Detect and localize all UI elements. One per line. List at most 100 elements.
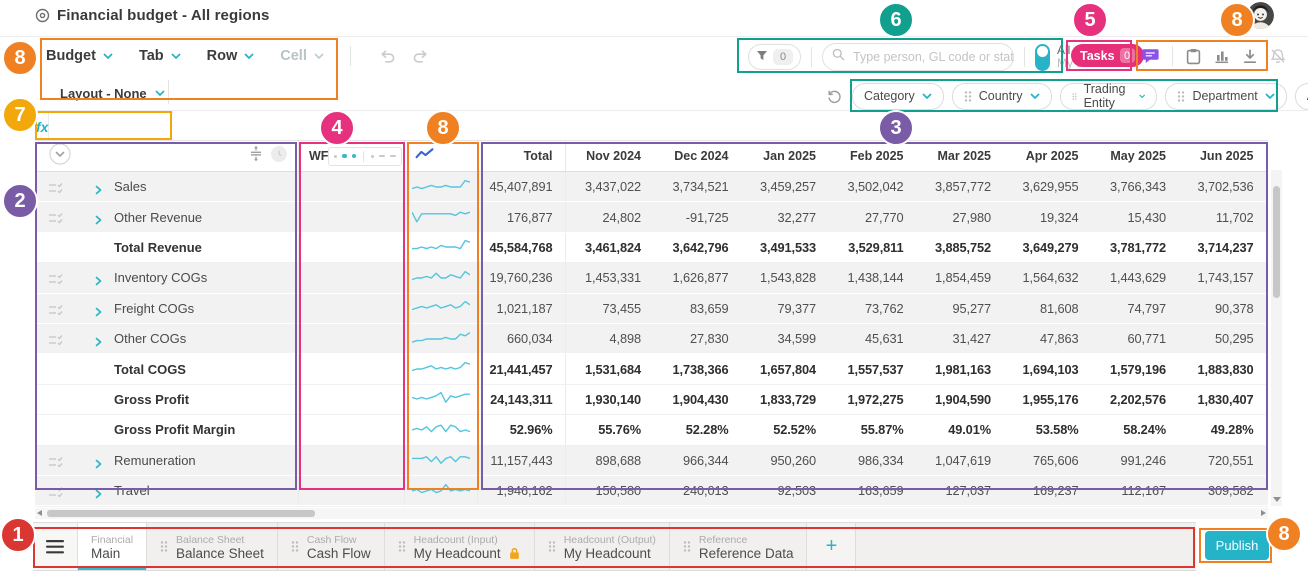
data-cell[interactable]: 3,491,533 — [741, 233, 829, 262]
data-cell[interactable]: 898,688 — [566, 446, 654, 475]
collapse-all-icon[interactable] — [49, 143, 71, 170]
data-cell[interactable]: 3,702,536 — [1178, 172, 1266, 201]
data-cell[interactable]: 1,930,140 — [566, 385, 654, 414]
clipboard-icon[interactable] — [1186, 48, 1201, 65]
data-cell[interactable]: 330,798 — [653, 506, 741, 507]
data-cell[interactable]: 1,657,804 — [741, 354, 829, 383]
tab-cash-flow[interactable]: Cash FlowCash Flow — [278, 523, 385, 570]
column-header-dec-2024[interactable]: Dec 2024 — [653, 141, 741, 171]
data-cell[interactable]: 4,898 — [566, 324, 654, 353]
bar-chart-icon[interactable] — [1214, 49, 1230, 64]
data-cell[interactable]: 720,551 — [1178, 446, 1266, 475]
data-cell[interactable]: 3,649,279 — [1003, 233, 1091, 262]
tasks-button[interactable]: Tasks 0 — [1071, 44, 1144, 67]
data-cell[interactable]: 1,579,196 — [1091, 354, 1179, 383]
horizontal-scrollbar-thumb[interactable] — [47, 510, 315, 517]
row-label-cell[interactable]: Other Revenue — [35, 202, 299, 231]
user-avatar[interactable] — [1247, 2, 1274, 29]
data-cell[interactable]: 34,599 — [741, 324, 829, 353]
data-cell[interactable]: 1,453,331 — [566, 263, 654, 292]
workflow-status-widget[interactable] — [328, 147, 402, 166]
row-checklist-icon[interactable] — [48, 485, 64, 503]
data-cell[interactable]: 15,430 — [1091, 202, 1179, 231]
data-cell[interactable]: 765,606 — [1003, 446, 1091, 475]
dimension-pill-department[interactable]: Department — [1165, 83, 1286, 110]
expand-chevron-icon[interactable] — [95, 273, 102, 291]
data-cell[interactable]: 1,543,828 — [741, 263, 829, 292]
data-cell[interactable]: 45,631 — [828, 324, 916, 353]
task-search[interactable] — [822, 43, 1014, 71]
expand-chevron-icon[interactable] — [95, 334, 102, 352]
data-cell[interactable]: 240,013 — [653, 476, 741, 505]
wf-cell[interactable] — [299, 172, 405, 201]
data-cell[interactable]: 3,714,237 — [1178, 233, 1266, 262]
data-cell[interactable]: 49.01% — [916, 415, 1004, 444]
column-header-nov-2024[interactable]: Nov 2024 — [566, 141, 654, 171]
data-cell[interactable]: 55.87% — [828, 415, 916, 444]
data-cell[interactable]: 1,694,103 — [1003, 354, 1091, 383]
split-rows-icon[interactable] — [250, 145, 262, 167]
data-cell[interactable]: 19,760,236 — [478, 263, 566, 292]
data-cell[interactable]: 1,854,459 — [916, 263, 1004, 292]
data-cell[interactable]: 1,438,144 — [828, 263, 916, 292]
scroll-left-arrow[interactable] — [37, 510, 42, 516]
data-cell[interactable]: 92,503 — [741, 476, 829, 505]
data-cell[interactable]: 340,971 — [566, 506, 654, 507]
wf-cell[interactable] — [299, 263, 405, 292]
data-cell[interactable]: 1,021,187 — [478, 294, 566, 323]
menu-row[interactable]: Row — [207, 48, 255, 64]
data-cell[interactable]: 3,766,343 — [1091, 172, 1179, 201]
row-label-cell[interactable]: Sales — [35, 172, 299, 201]
data-cell[interactable]: 1,443,629 — [1091, 263, 1179, 292]
data-cell[interactable]: 1,946,162 — [478, 476, 566, 505]
data-cell[interactable]: 73,455 — [566, 294, 654, 323]
wf-cell[interactable] — [299, 324, 405, 353]
data-cell[interactable]: 52.28% — [653, 415, 741, 444]
data-cell[interactable]: 27,830 — [653, 324, 741, 353]
data-cell[interactable]: 4,652,538 — [478, 506, 566, 507]
wf-cell[interactable] — [299, 385, 405, 414]
row-label-cell[interactable]: Gross Profit — [35, 385, 299, 414]
data-cell[interactable]: 352,982 — [916, 506, 1004, 507]
menu-cell[interactable]: Cell — [280, 48, 324, 64]
data-cell[interactable]: 24,143,311 — [478, 385, 566, 414]
tab-headcount-output[interactable]: Headcount (Output)My Headcount — [535, 523, 670, 570]
data-cell[interactable]: 169,237 — [1003, 476, 1091, 505]
sheet-menu-button[interactable] — [33, 523, 78, 570]
row-checklist-icon[interactable] — [48, 303, 64, 321]
data-cell[interactable]: 83,659 — [653, 294, 741, 323]
row-label-cell[interactable]: Freight COGs — [35, 294, 299, 323]
column-header-jun-2025[interactable]: Jun 2025 — [1178, 141, 1266, 171]
column-header-mar-2025[interactable]: Mar 2025 — [916, 141, 1004, 171]
row-label-cell[interactable]: Inventory COGs — [35, 263, 299, 292]
expand-chevron-icon[interactable] — [95, 304, 102, 322]
formula-input[interactable] — [49, 113, 216, 140]
download-icon[interactable] — [1243, 49, 1257, 64]
row-label-cell[interactable]: Remuneration — [35, 446, 299, 475]
data-cell[interactable]: 1,981,163 — [916, 354, 1004, 383]
tab-balance-sheet[interactable]: Balance SheetBalance Sheet — [147, 523, 278, 570]
data-cell[interactable]: 3,885,752 — [916, 233, 1004, 262]
data-cell[interactable]: 163,659 — [828, 476, 916, 505]
wf-cell[interactable] — [299, 354, 405, 383]
data-cell[interactable]: 407,384 — [741, 506, 829, 507]
scroll-down-arrow[interactable] — [1273, 497, 1281, 502]
data-cell[interactable]: 1,564,632 — [1003, 263, 1091, 292]
data-cell[interactable]: 52.52% — [741, 415, 829, 444]
column-header-apr-2025[interactable]: Apr 2025 — [1003, 141, 1091, 171]
data-cell[interactable]: 368,087 — [1091, 506, 1179, 507]
data-cell[interactable]: 3,461,824 — [566, 233, 654, 262]
expand-chevron-icon[interactable] — [95, 486, 102, 504]
data-cell[interactable]: 1,047,619 — [916, 446, 1004, 475]
data-cell[interactable]: 32,277 — [741, 202, 829, 231]
data-cell[interactable]: 95,277 — [916, 294, 1004, 323]
dimension-pill-category[interactable]: Category — [852, 83, 944, 110]
data-cell[interactable]: 74,797 — [1091, 294, 1179, 323]
data-cell[interactable]: 1,883,830 — [1178, 354, 1266, 383]
data-cell[interactable]: 112,167 — [1091, 476, 1179, 505]
data-cell[interactable]: 1,830,407 — [1178, 385, 1266, 414]
data-cell[interactable]: 19,324 — [1003, 202, 1091, 231]
dimension-pill-account[interactable]: Account — [1295, 83, 1308, 110]
wf-cell[interactable] — [299, 233, 405, 262]
data-cell[interactable]: -91,725 — [653, 202, 741, 231]
